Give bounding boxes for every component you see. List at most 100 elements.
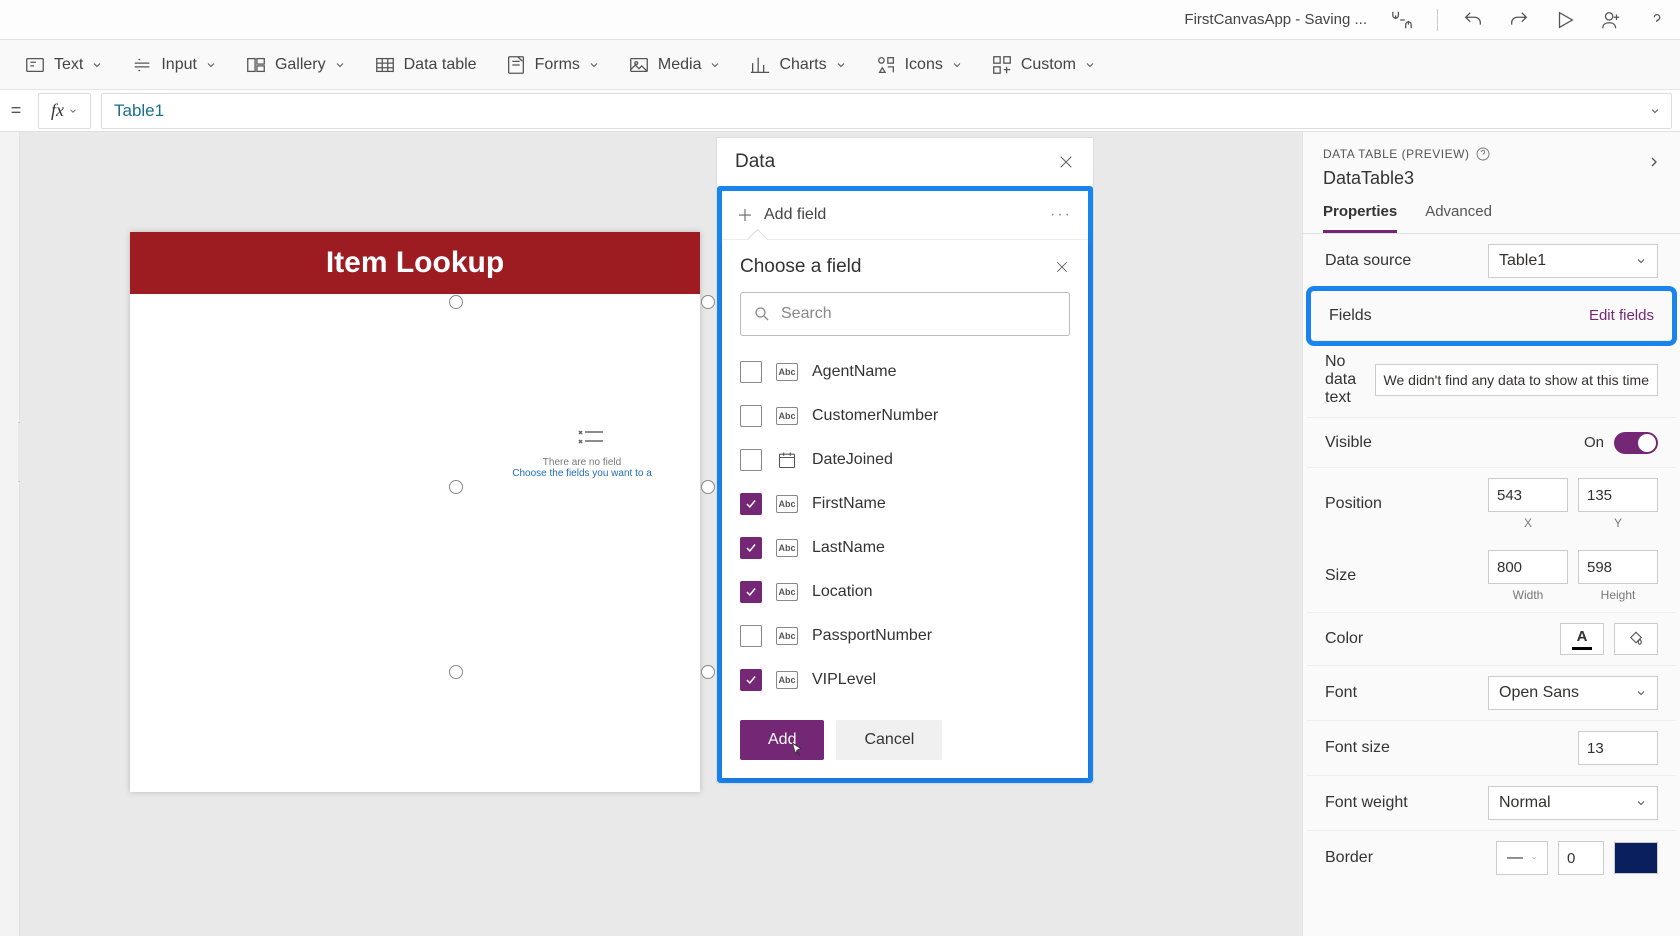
checkbox[interactable] bbox=[740, 449, 762, 471]
checkbox[interactable] bbox=[740, 581, 762, 603]
borderstyle-select[interactable]: — bbox=[1496, 841, 1548, 875]
cancel-button-label: Cancel bbox=[864, 731, 914, 749]
height-input[interactable]: 598 bbox=[1578, 550, 1658, 584]
more-button[interactable]: ··· bbox=[1048, 202, 1074, 228]
gallery-icon bbox=[245, 54, 267, 76]
prop-label: Visible bbox=[1325, 434, 1574, 452]
selection-box[interactable]: There are no field Choose the fields you… bbox=[456, 302, 708, 672]
play-icon[interactable] bbox=[1554, 9, 1576, 31]
placeholder-text: There are no field Choose the fields you… bbox=[456, 457, 708, 479]
ribbon-item-datatable[interactable]: Data table bbox=[374, 54, 477, 76]
title-bar: FirstCanvasApp - Saving ... bbox=[0, 0, 1680, 40]
field-row[interactable]: AbcPassportNumber bbox=[740, 614, 1070, 658]
resize-handle[interactable] bbox=[449, 295, 463, 309]
ribbon-item-charts[interactable]: Charts bbox=[749, 54, 846, 76]
search-icon bbox=[753, 305, 771, 323]
control-category: DATA TABLE (PREVIEW) bbox=[1323, 146, 1660, 162]
field-row[interactable]: AbcFirstName bbox=[740, 482, 1070, 526]
resize-handle[interactable] bbox=[701, 480, 715, 494]
data-panel-header: Data bbox=[717, 138, 1093, 186]
redo-icon[interactable] bbox=[1508, 9, 1530, 31]
field-row[interactable]: AbcCustomerNumber bbox=[740, 394, 1070, 438]
checkbox[interactable] bbox=[740, 405, 762, 427]
chevron-down-icon bbox=[91, 59, 103, 71]
field-row[interactable]: AbcLocation bbox=[740, 570, 1070, 614]
checkbox[interactable] bbox=[740, 537, 762, 559]
fx-dropdown[interactable]: fx bbox=[38, 93, 91, 129]
field-row[interactable]: AbcAgentName bbox=[740, 350, 1070, 394]
control-name: DataTable3 bbox=[1323, 168, 1660, 189]
ribbon-item-input[interactable]: Input bbox=[131, 54, 217, 76]
resize-handle[interactable] bbox=[701, 295, 715, 309]
placeholder-line: There are no field bbox=[456, 457, 708, 468]
visible-toggle[interactable] bbox=[1614, 432, 1658, 454]
checkbox[interactable] bbox=[740, 625, 762, 647]
fill-color-button[interactable] bbox=[1614, 623, 1658, 655]
field-row[interactable]: DateJoined bbox=[740, 438, 1070, 482]
sublabel: Height bbox=[1578, 588, 1658, 602]
field-row[interactable]: AbcVIPLevel bbox=[740, 658, 1070, 702]
checkbox[interactable] bbox=[740, 493, 762, 515]
select-value: Normal bbox=[1499, 794, 1551, 812]
select-value: Open Sans bbox=[1499, 684, 1579, 702]
field-name: LastName bbox=[812, 539, 885, 557]
data-panel: Data Add field ··· Choose a field bbox=[716, 137, 1094, 784]
fx-label: fx bbox=[51, 100, 64, 121]
fontweight-select[interactable]: Normal bbox=[1488, 786, 1658, 820]
tab-advanced[interactable]: Advanced bbox=[1425, 203, 1492, 233]
pos-x-input[interactable]: 543 bbox=[1488, 478, 1568, 512]
resize-handle[interactable] bbox=[449, 665, 463, 679]
help-icon[interactable] bbox=[1475, 146, 1491, 162]
bordercolor-swatch[interactable] bbox=[1614, 842, 1658, 874]
field-name: VIPLevel bbox=[812, 671, 876, 689]
ribbon-item-gallery[interactable]: Gallery bbox=[245, 54, 346, 76]
chevron-down-icon bbox=[951, 59, 963, 71]
text-icon bbox=[24, 54, 46, 76]
resize-handle[interactable] bbox=[449, 480, 463, 494]
health-icon[interactable] bbox=[1391, 9, 1413, 31]
add-button[interactable]: Add bbox=[740, 720, 824, 760]
datasource-select[interactable]: Table1 bbox=[1488, 244, 1658, 278]
choose-field-title: Choose a field bbox=[740, 256, 861, 278]
undo-icon[interactable] bbox=[1462, 9, 1484, 31]
font-color-button[interactable]: A bbox=[1560, 623, 1604, 655]
checkbox[interactable] bbox=[740, 361, 762, 383]
fontsize-input[interactable]: 13 bbox=[1578, 731, 1658, 765]
placeholder-link[interactable]: Choose the fields you want to a bbox=[456, 468, 708, 479]
nodata-input[interactable]: We didn't find any data to show at this … bbox=[1375, 364, 1658, 396]
pos-y-input[interactable]: 135 bbox=[1578, 478, 1658, 512]
ribbon-item-forms[interactable]: Forms bbox=[505, 54, 600, 76]
checkbox[interactable] bbox=[740, 669, 762, 691]
close-icon[interactable] bbox=[1054, 259, 1070, 275]
tab-properties[interactable]: Properties bbox=[1323, 203, 1397, 233]
cancel-button[interactable]: Cancel bbox=[836, 720, 942, 760]
placeholder-icon bbox=[577, 427, 607, 454]
ribbon-item-custom[interactable]: Custom bbox=[991, 54, 1096, 76]
resize-handle[interactable] bbox=[701, 665, 715, 679]
canvas-area[interactable]: Item Lookup There are no field Choose th… bbox=[20, 132, 1302, 936]
ribbon-item-icons[interactable]: Icons bbox=[875, 54, 963, 76]
formula-input[interactable]: Table1 bbox=[101, 93, 1672, 129]
equals-label: = bbox=[4, 100, 28, 121]
borderwidth-input[interactable]: 0 bbox=[1558, 841, 1604, 875]
share-icon[interactable] bbox=[1600, 9, 1622, 31]
chevron-down-icon bbox=[588, 59, 600, 71]
add-field-button[interactable]: Add field bbox=[736, 206, 826, 224]
font-select[interactable]: Open Sans bbox=[1488, 676, 1658, 710]
width-input[interactable]: 800 bbox=[1488, 550, 1568, 584]
search-box[interactable] bbox=[740, 292, 1070, 336]
ribbon-item-media[interactable]: Media bbox=[628, 54, 722, 76]
ribbon: Text Input Gallery Data table Forms Medi… bbox=[0, 40, 1680, 90]
ribbon-item-text[interactable]: Text bbox=[24, 54, 103, 76]
cursor-icon bbox=[788, 739, 806, 766]
search-input[interactable] bbox=[781, 305, 1057, 323]
text-type-icon: Abc bbox=[776, 627, 798, 645]
field-name: DateJoined bbox=[812, 451, 893, 469]
help-icon[interactable] bbox=[1646, 9, 1668, 31]
ribbon-label: Forms bbox=[535, 56, 580, 74]
edit-fields-link[interactable]: Edit fields bbox=[1589, 307, 1654, 324]
chevron-down-icon bbox=[1084, 59, 1096, 71]
field-row[interactable]: AbcLastName bbox=[740, 526, 1070, 570]
close-icon[interactable] bbox=[1057, 153, 1075, 171]
chevron-right-icon[interactable] bbox=[1646, 154, 1662, 170]
